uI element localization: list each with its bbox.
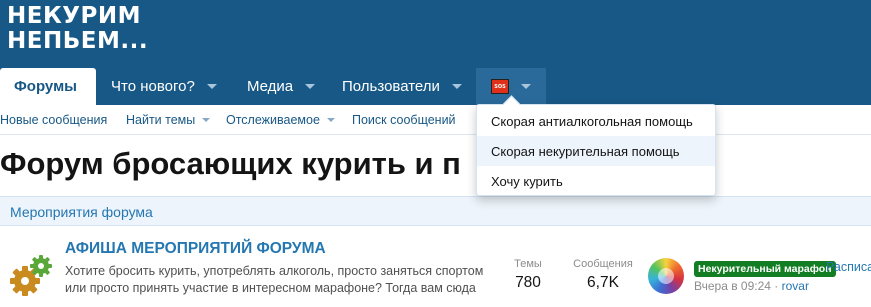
sos-icon: SOS <box>491 79 509 94</box>
threads-label: Темы <box>514 258 542 270</box>
chevron-down-icon[interactable] <box>451 84 462 89</box>
sub-nav: Новые сообщения Найти темы Отслеживаемое… <box>0 105 871 135</box>
threads-value: 780 <box>515 274 541 291</box>
sos-dropdown-menu: Скорая антиалкогольная помощь Скорая нек… <box>476 104 716 196</box>
page-title: Форум бросающих курить и п <box>0 146 461 181</box>
tab-whats-new-label: Что нового? <box>111 78 195 95</box>
menu-item-want-to-smoke[interactable]: Хочу курить <box>477 166 715 196</box>
chevron-down-icon[interactable] <box>206 84 217 89</box>
messages-stat: Сообщения 6,7K <box>570 258 636 292</box>
gears-icon <box>10 255 52 296</box>
site-header: НЕКУРИМ НЕПЬЕМ... <box>0 0 871 68</box>
tab-members-label: Пользователи <box>342 78 440 95</box>
tab-media[interactable]: Медиа <box>247 68 316 105</box>
messages-label: Сообщения <box>573 258 633 270</box>
subnav-find-threads-label: Найти темы <box>126 113 196 127</box>
chevron-down-icon[interactable] <box>305 84 316 89</box>
logo-line-2: НЕПЬЕМ... <box>7 28 149 54</box>
subnav-new-posts-label: Новые сообщения <box>0 113 108 127</box>
tab-members[interactable]: Пользователи <box>342 68 462 105</box>
forum-title-link[interactable]: АФИША МЕРОПРИЯТИЙ ФОРУМА <box>65 240 326 258</box>
tab-forums-label: Форумы <box>14 78 77 95</box>
menu-item-label: Скорая антиалкогольная помощь <box>491 114 693 129</box>
meta-separator: · <box>774 279 779 293</box>
latest-time[interactable]: Вчера в 09:24 <box>694 279 771 293</box>
thread-prefix-badge[interactable]: Некурительный марафон <box>694 261 836 277</box>
chevron-down-icon[interactable] <box>326 118 335 122</box>
user-avatar[interactable] <box>648 258 684 294</box>
tab-forums[interactable]: Форумы <box>0 68 96 105</box>
threads-stat: Темы 780 <box>505 258 551 292</box>
tab-whats-new[interactable]: Что нового? <box>111 68 217 105</box>
latest-user-link[interactable]: rovar <box>782 279 809 293</box>
site-logo[interactable]: НЕКУРИМ НЕПЬЕМ... <box>7 4 148 54</box>
subnav-search-posts[interactable]: Поиск сообщений <box>352 113 456 127</box>
menu-item-anti-alcohol-help[interactable]: Скорая антиалкогольная помощь <box>477 106 715 136</box>
menu-item-label: Скорая некурительная помощь <box>491 144 680 159</box>
menu-item-label: Хочу курить <box>491 174 563 189</box>
chevron-down-icon[interactable] <box>521 84 531 89</box>
menu-item-no-smoking-help[interactable]: Скорая некурительная помощь <box>477 136 715 166</box>
logo-line-1: НЕКУРИМ <box>7 3 141 29</box>
messages-value: 6,7K <box>587 274 619 291</box>
forum-description: Хотите бросить курить, употреблять алког… <box>65 264 484 295</box>
main-nav: Форумы Что нового? Медиа Пользователи SO… <box>0 68 871 105</box>
tab-media-label: Медиа <box>247 78 294 95</box>
subnav-find-threads[interactable]: Найти темы <box>126 113 211 127</box>
subnav-new-posts[interactable]: Новые сообщения <box>0 113 107 127</box>
subnav-watched[interactable]: Отслеживаемое <box>226 113 335 127</box>
latest-meta: Вчера в 09:24 · rovar <box>694 279 809 293</box>
subnav-search-posts-label: Поиск сообщений <box>352 113 456 127</box>
chevron-down-icon[interactable] <box>202 118 211 122</box>
category-header[interactable]: Мероприятия форума <box>0 196 871 226</box>
subnav-watched-label: Отслеживаемое <box>226 113 320 127</box>
latest-thread-link[interactable]: Расписа <box>826 260 871 274</box>
category-title[interactable]: Мероприятия форума <box>10 204 153 220</box>
